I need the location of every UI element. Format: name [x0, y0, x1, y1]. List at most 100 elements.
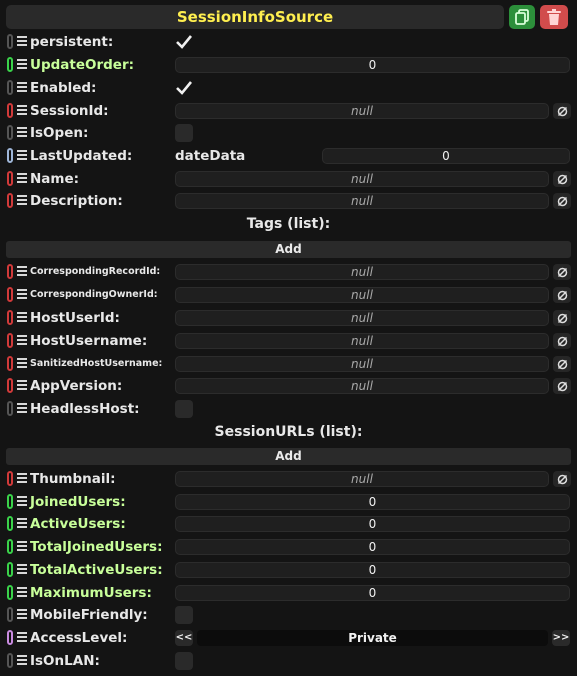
string-type-handle[interactable]	[7, 193, 13, 208]
previous-option-button[interactable]: <<	[175, 630, 193, 646]
session-urls-add-button[interactable]: Add	[6, 448, 571, 465]
thumbnail-input[interactable]: null	[175, 471, 549, 487]
drag-grip-icon[interactable]	[17, 380, 27, 392]
bool-type-handle[interactable]	[7, 607, 13, 622]
set-null-button[interactable]	[553, 193, 571, 209]
drag-grip-icon[interactable]	[17, 541, 27, 553]
tags-add-button[interactable]: Add	[6, 241, 571, 258]
set-null-button[interactable]	[553, 264, 571, 280]
string-type-handle[interactable]	[7, 264, 13, 279]
drag-grip-icon[interactable]	[17, 289, 27, 301]
drag-grip-icon[interactable]	[17, 403, 27, 415]
field-label: CorrespondingRecordId:	[30, 266, 161, 277]
drag-grip-icon[interactable]	[17, 36, 27, 48]
drag-grip-icon[interactable]	[17, 587, 27, 599]
enum-type-handle[interactable]	[7, 630, 13, 645]
int-type-handle[interactable]	[7, 585, 13, 600]
session-id-input[interactable]: null	[175, 103, 549, 119]
host-username-input[interactable]: null	[175, 333, 549, 349]
total-joined-users-input[interactable]: 0	[175, 539, 570, 555]
headless-host-checkbox[interactable]	[175, 400, 193, 418]
set-null-button[interactable]	[553, 378, 571, 394]
app-version-input[interactable]: null	[175, 378, 549, 394]
total-active-users-input[interactable]: 0	[175, 562, 570, 578]
int-type-handle[interactable]	[7, 539, 13, 554]
description-input[interactable]: null	[175, 193, 549, 209]
drag-grip-icon[interactable]	[17, 358, 27, 370]
string-type-handle[interactable]	[7, 471, 13, 486]
drag-grip-icon[interactable]	[17, 518, 27, 530]
joined-users-input[interactable]: 0	[175, 494, 570, 510]
next-option-button[interactable]: >>	[552, 630, 570, 646]
field-label: LastUpdated:	[30, 148, 133, 164]
int-type-handle[interactable]	[7, 562, 13, 577]
string-type-handle[interactable]	[7, 310, 13, 325]
string-type-handle[interactable]	[7, 333, 13, 348]
bool-type-handle[interactable]	[7, 34, 13, 49]
active-users-input[interactable]: 0	[175, 516, 570, 532]
drag-grip-icon[interactable]	[17, 473, 27, 485]
delete-button[interactable]	[540, 5, 568, 29]
field-row-thumbnail: Thumbnail: null	[0, 469, 577, 489]
set-null-button[interactable]	[553, 356, 571, 372]
is-open-checkbox[interactable]	[175, 124, 193, 142]
drag-grip-icon[interactable]	[17, 335, 27, 347]
int-type-handle[interactable]	[7, 57, 13, 72]
null-icon	[557, 359, 567, 369]
drag-grip-icon[interactable]	[17, 266, 27, 278]
persistent-checkbox[interactable]	[175, 33, 193, 51]
drag-grip-icon[interactable]	[17, 609, 27, 621]
drag-grip-icon[interactable]	[17, 312, 27, 324]
drag-grip-icon[interactable]	[17, 496, 27, 508]
name-input[interactable]: null	[175, 171, 549, 187]
drag-grip-icon[interactable]	[17, 59, 27, 71]
null-icon	[557, 290, 567, 300]
drag-grip-icon[interactable]	[17, 150, 27, 162]
mobile-friendly-checkbox[interactable]	[175, 606, 193, 624]
drag-grip-icon[interactable]	[17, 632, 27, 644]
duplicate-button[interactable]	[509, 5, 535, 29]
bool-type-handle[interactable]	[7, 80, 13, 95]
set-null-button[interactable]	[553, 171, 571, 187]
last-updated-input[interactable]: 0	[322, 148, 570, 164]
null-icon	[557, 106, 567, 116]
string-type-handle[interactable]	[7, 103, 13, 118]
enabled-checkbox[interactable]	[175, 79, 193, 97]
string-type-handle[interactable]	[7, 287, 13, 302]
set-null-button[interactable]	[553, 103, 571, 119]
set-null-button[interactable]	[553, 287, 571, 303]
string-type-handle[interactable]	[7, 171, 13, 186]
is-on-lan-checkbox[interactable]	[175, 652, 193, 670]
drag-grip-icon[interactable]	[17, 195, 27, 207]
string-type-handle[interactable]	[7, 356, 13, 371]
drag-grip-icon[interactable]	[17, 127, 27, 139]
corresponding-owner-id-input[interactable]: null	[175, 287, 549, 303]
set-null-button[interactable]	[553, 471, 571, 487]
component-title: SessionInfoSource	[176, 8, 334, 26]
corresponding-record-id-input[interactable]: null	[175, 264, 549, 280]
null-icon	[557, 381, 567, 391]
drag-grip-icon[interactable]	[17, 173, 27, 185]
bool-type-handle[interactable]	[7, 401, 13, 416]
maximum-users-input[interactable]: 0	[175, 585, 570, 601]
string-type-handle[interactable]	[7, 378, 13, 393]
sanitized-host-username-input[interactable]: null	[175, 356, 549, 372]
drag-grip-icon[interactable]	[17, 82, 27, 94]
drag-grip-icon[interactable]	[17, 655, 27, 667]
int-type-handle[interactable]	[7, 516, 13, 531]
drag-grip-icon[interactable]	[17, 105, 27, 117]
set-null-button[interactable]	[553, 310, 571, 326]
bool-type-handle[interactable]	[7, 653, 13, 668]
update-order-input[interactable]: 0	[175, 57, 570, 73]
null-icon	[557, 196, 567, 206]
field-row-access-level: AccessLevel: << Private >>	[0, 628, 577, 648]
field-row-corresponding-owner-id: CorrespondingOwnerId: null	[0, 285, 577, 305]
datetime-type-handle[interactable]	[7, 148, 13, 163]
set-null-button[interactable]	[553, 333, 571, 349]
bool-type-handle[interactable]	[7, 125, 13, 140]
host-user-id-input[interactable]: null	[175, 310, 549, 326]
field-row-description: Description: null	[0, 191, 577, 211]
component-title-bar: SessionInfoSource	[6, 5, 504, 29]
int-type-handle[interactable]	[7, 494, 13, 509]
drag-grip-icon[interactable]	[17, 564, 27, 576]
